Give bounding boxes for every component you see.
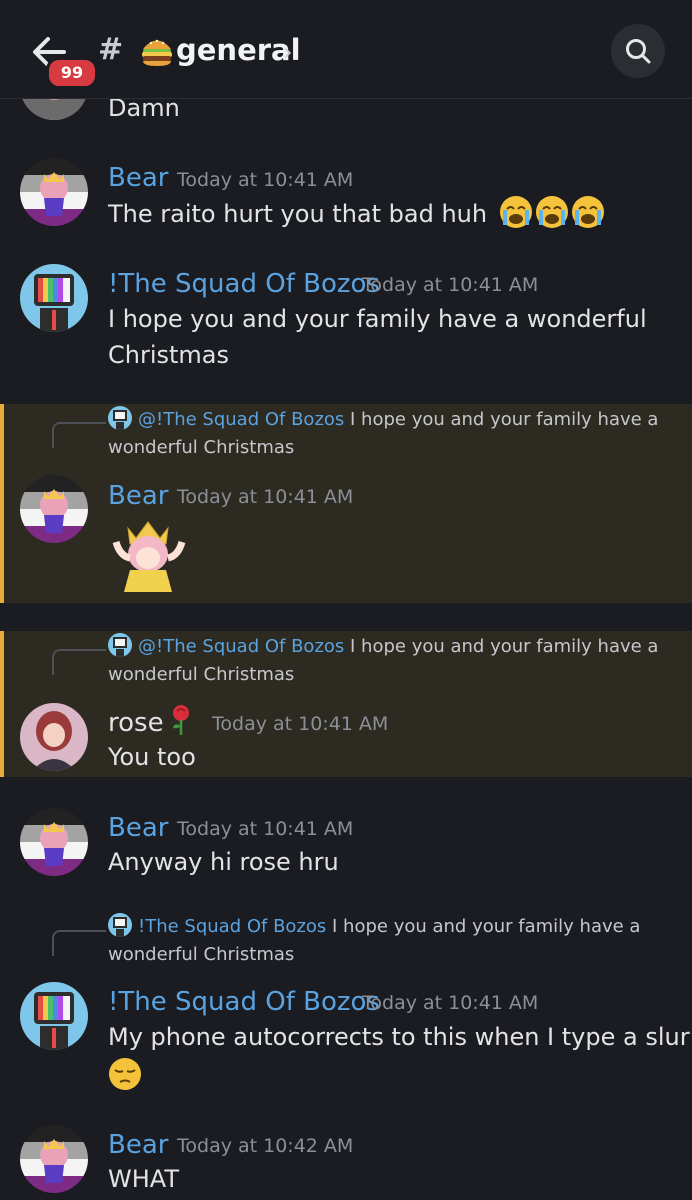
author-name[interactable]: Bear [108, 813, 168, 843]
timestamp: Today at 10:41 AM [212, 713, 389, 735]
author-name[interactable]: Bear [108, 1130, 168, 1160]
timestamp: Today at 10:41 AM [177, 169, 354, 191]
timestamp: Today at 10:41 AM [362, 992, 539, 1014]
message-text: The raito hurt you that bad huh [108, 200, 488, 228]
chevron-right-icon[interactable]: › [283, 38, 293, 66]
timestamp: Today at 10:41 AM [177, 486, 354, 508]
avatar[interactable] [20, 158, 88, 226]
search-button[interactable] [611, 24, 665, 78]
hash-icon: # [98, 32, 124, 67]
reply-mention[interactable]: @!The Squad Of Bozos [138, 409, 344, 430]
channel-name[interactable]: general [176, 33, 301, 67]
mini-avatar [108, 406, 132, 430]
channel-header: 99 # general › [0, 0, 692, 99]
author-name[interactable]: !The Squad Of Bozos [108, 987, 380, 1017]
sticker-image[interactable] [106, 512, 192, 592]
reply-preview[interactable]: @!The Squad Of Bozos I hope you and your… [108, 633, 668, 689]
author-name[interactable]: Bear [108, 163, 168, 193]
avatar[interactable] [20, 264, 88, 332]
mini-avatar [108, 913, 132, 937]
timestamp: Today at 10:42 AM [177, 1135, 354, 1157]
timestamp: Today at 10:41 AM [177, 818, 354, 840]
burger-emoji-icon [142, 39, 172, 66]
unread-badge: 99 [46, 57, 98, 89]
message-text: Christmas [108, 341, 230, 369]
author-name[interactable]: rose [108, 708, 164, 738]
message-text: You too [108, 743, 196, 771]
message-text: I hope you and your family have a wonder… [108, 305, 647, 333]
reply-preview[interactable]: @!The Squad Of Bozos I hope you and your… [108, 406, 668, 462]
message-text: My phone autocorrects to this when I typ… [108, 1023, 690, 1051]
pensive-emoji-icon [109, 1058, 141, 1090]
message-text: Anyway hi rose hru [108, 848, 339, 876]
crying-emoji-icon [499, 196, 604, 228]
reply-mention[interactable]: !The Squad Of Bozos [138, 916, 326, 937]
timestamp: Today at 10:41 AM [362, 274, 539, 296]
avatar[interactable] [20, 808, 88, 876]
reply-preview[interactable]: !The Squad Of Bozos I hope you and your … [108, 913, 668, 969]
avatar[interactable] [20, 703, 88, 771]
author-name[interactable]: !The Squad Of Bozos [108, 269, 380, 299]
avatar[interactable] [20, 475, 88, 543]
rose-emoji-icon [173, 705, 189, 735]
reply-mention[interactable]: @!The Squad Of Bozos [138, 636, 344, 657]
avatar[interactable] [20, 1125, 88, 1193]
message-line: The raito hurt you that bad huh [108, 195, 605, 232]
avatar[interactable] [20, 982, 88, 1050]
reply-connector [52, 930, 106, 956]
reply-connector [52, 422, 106, 448]
search-icon [626, 39, 651, 64]
author-name[interactable]: Bear [108, 481, 168, 511]
reply-connector [52, 649, 106, 675]
message-text: WHAT [108, 1165, 179, 1193]
mini-avatar [108, 633, 132, 657]
